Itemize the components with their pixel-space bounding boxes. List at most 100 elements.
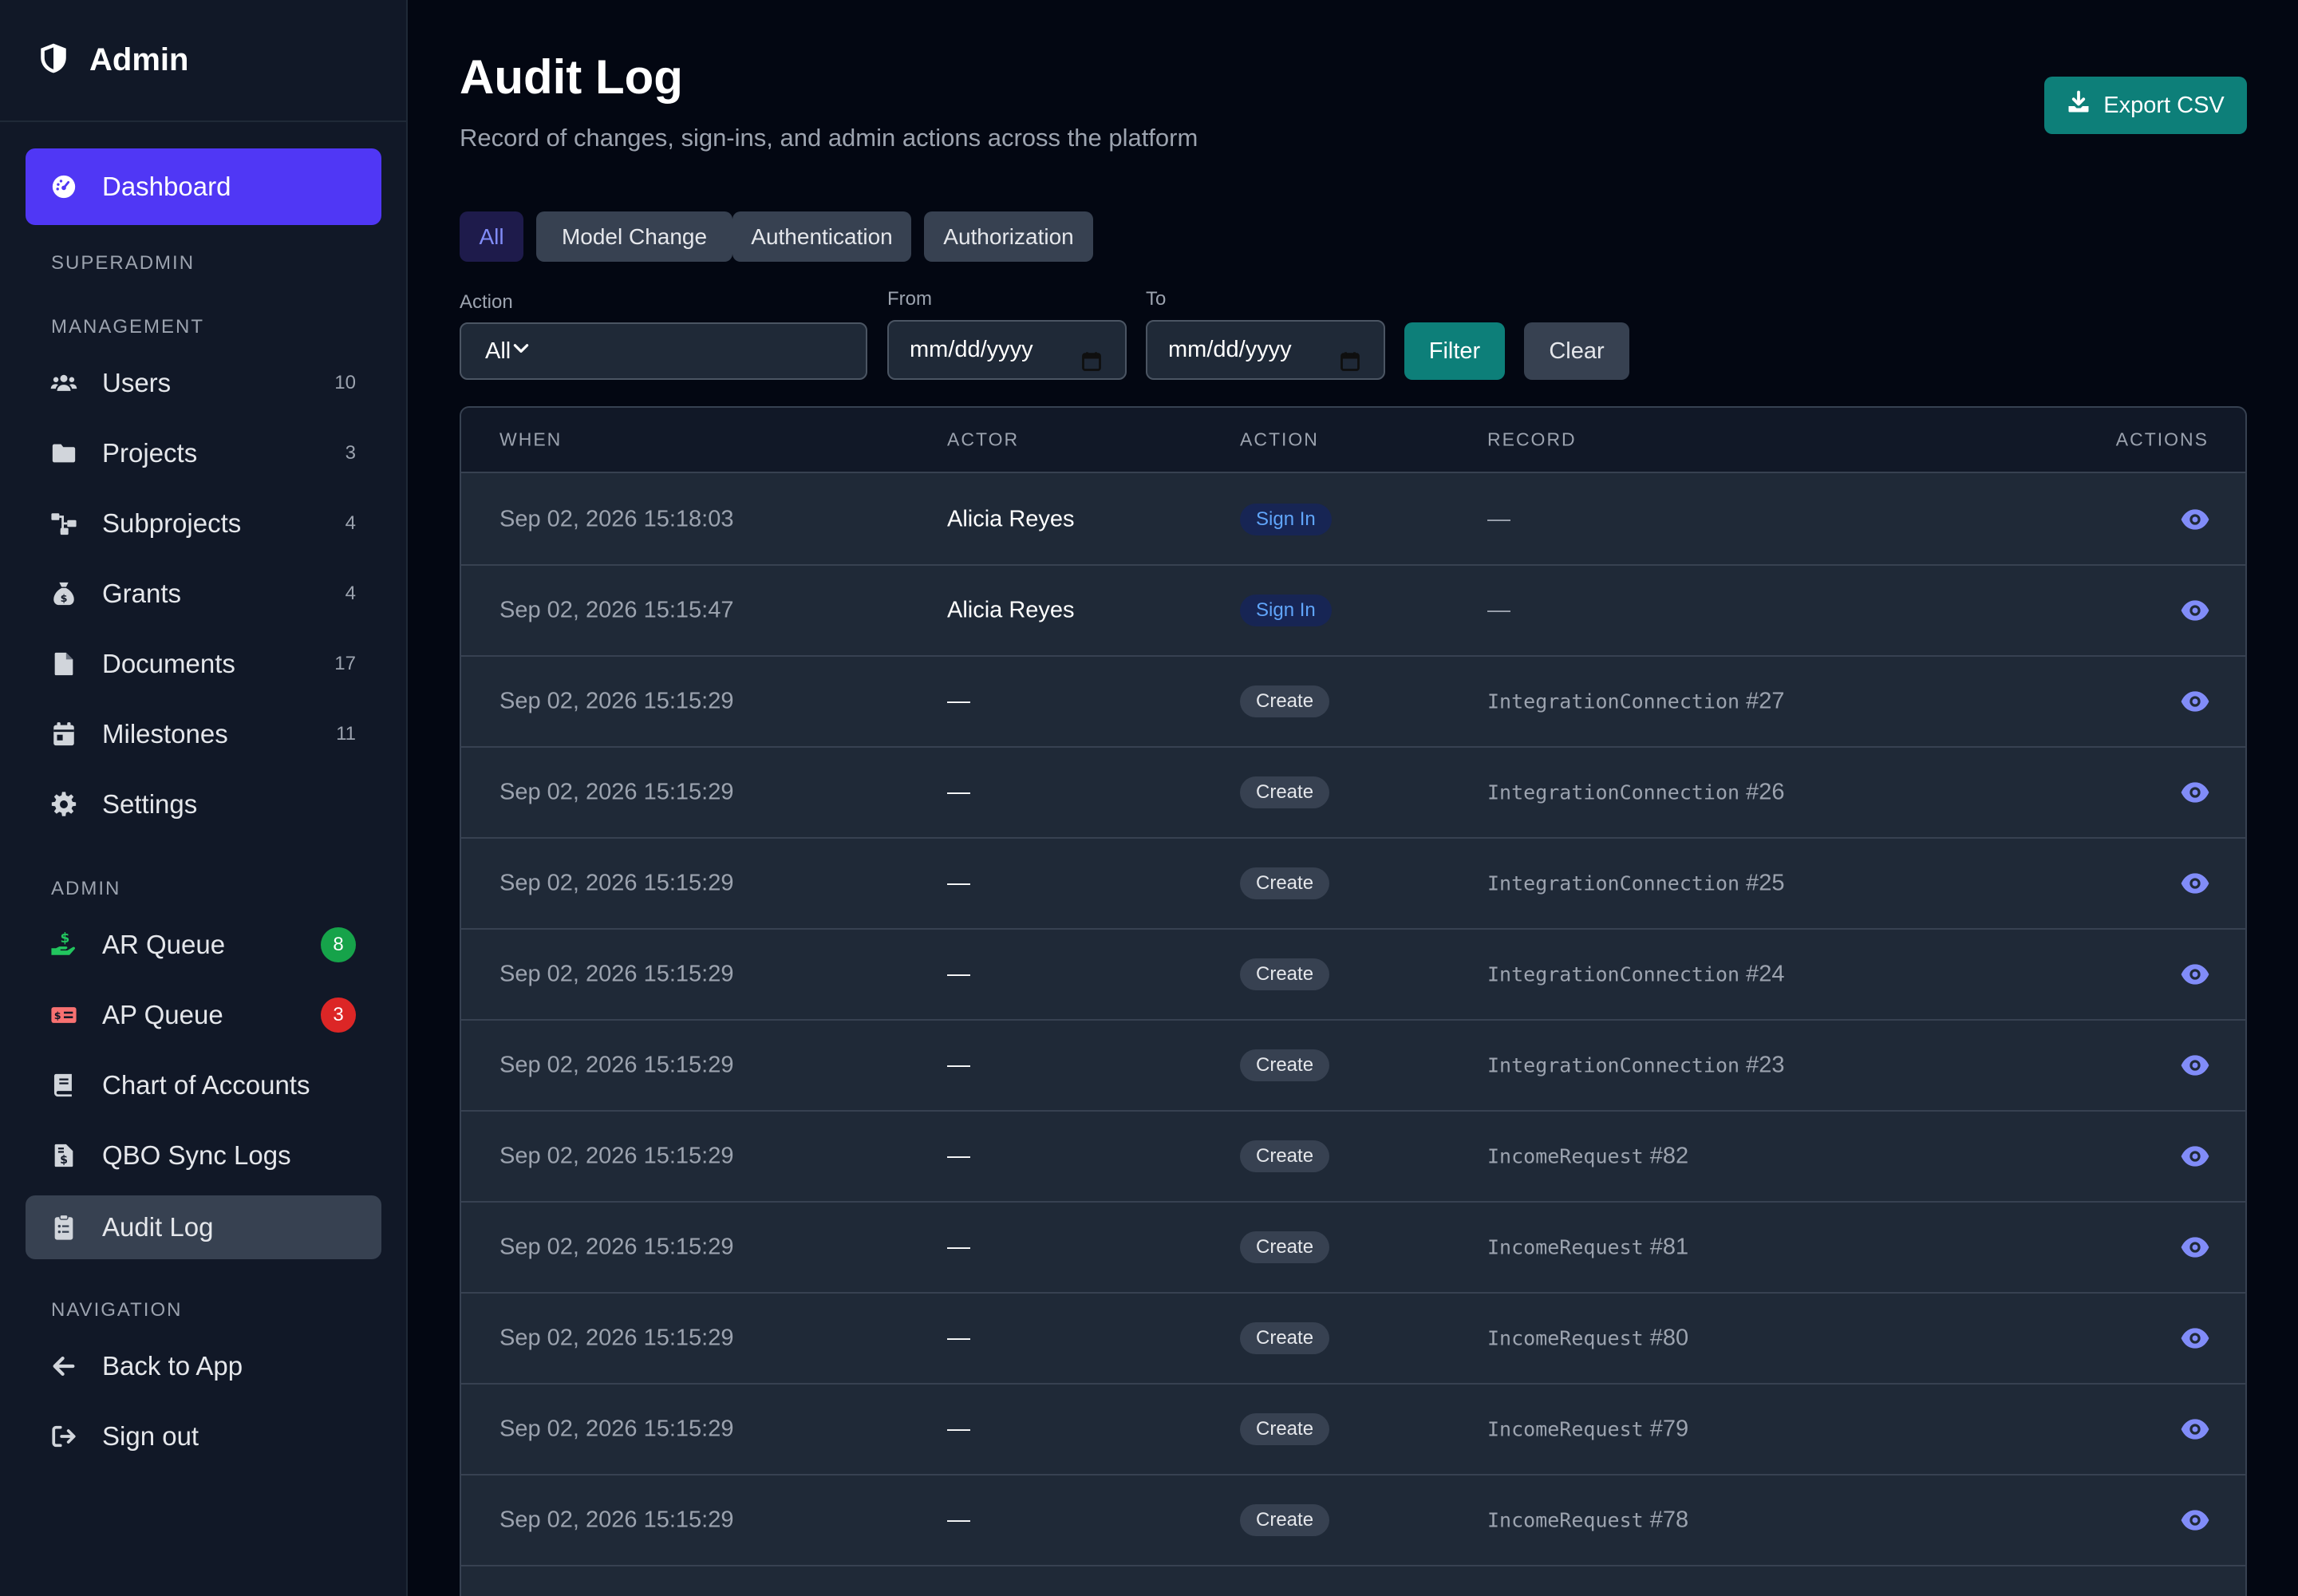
sidebar-item-settings[interactable]: Settings: [26, 772, 381, 836]
view-eye-icon[interactable]: [2180, 1050, 2210, 1080]
download-icon: [2067, 90, 2103, 120]
svg-text:$: $: [60, 931, 69, 946]
when-cell: Sep 02, 2026 15:15:29: [499, 1325, 734, 1351]
view-eye-icon[interactable]: [2180, 686, 2210, 717]
sidebar-item-ap-queue[interactable]: $ AP Queue 3: [26, 983, 381, 1047]
actor-cell: —: [947, 688, 970, 714]
view-eye-icon[interactable]: [2180, 868, 2210, 899]
sidebar-item-label: QBO Sync Logs: [102, 1140, 291, 1170]
tab-model-change[interactable]: Model Change: [536, 211, 732, 262]
sidebar-item-milestones[interactable]: Milestones 11: [26, 702, 381, 766]
clipboard-list-icon: [49, 1213, 78, 1242]
sidebar-item-documents[interactable]: Documents 17: [26, 632, 381, 696]
sidebar-item-audit-log[interactable]: Audit Log: [26, 1195, 381, 1259]
table-row: Sep 02, 2026 15:15:29 — Create IncomeReques…: [461, 1203, 2245, 1294]
record-id: #24: [1739, 961, 1785, 987]
view-eye-icon[interactable]: [2180, 595, 2210, 626]
record-cell: IncomeRequest #79: [1487, 1416, 1688, 1443]
actor-cell: —: [947, 1325, 970, 1351]
count: 4: [345, 512, 356, 534]
record-id: #26: [1739, 779, 1785, 805]
sidebar-item-qbo-sync-logs[interactable]: $ QBO Sync Logs: [26, 1124, 381, 1187]
to-date-input[interactable]: mm/dd/yyyy: [1146, 320, 1385, 380]
sidebar-item-projects[interactable]: Projects 3: [26, 421, 381, 485]
action-select[interactable]: All: [460, 322, 867, 380]
gear-icon: [49, 790, 78, 819]
ar-queue-badge: 8: [321, 927, 356, 962]
record-type: IncomeRequest: [1487, 1144, 1644, 1168]
audit-log-table: WHEN ACTOR ACTION RECORD ACTIONS Sep 02,…: [460, 406, 2247, 1596]
section-label-management: MANAGEMENT: [51, 316, 205, 338]
export-csv-button[interactable]: Export CSV: [2044, 77, 2247, 134]
record-type: IntegrationConnection: [1487, 780, 1740, 804]
sidebar-item-ar-queue[interactable]: $ AR Queue 8: [26, 913, 381, 977]
sidebar-item-label: AP Queue: [102, 1000, 223, 1029]
svg-text:$: $: [61, 593, 68, 605]
hand-dollar-icon: $: [49, 930, 78, 959]
column-header-when: WHEN: [499, 429, 563, 450]
view-eye-icon[interactable]: [2180, 1505, 2210, 1535]
actor-cell: —: [947, 1052, 970, 1078]
sidebar-item-users[interactable]: Users 10: [26, 351, 381, 415]
sidebar-item-label: Sign out: [102, 1421, 199, 1451]
when-cell: Sep 02, 2026 15:15:29: [499, 1507, 734, 1533]
tab-authorization[interactable]: Authorization: [924, 211, 1093, 262]
table-row: Sep 02, 2026 15:15:29 — Create IntegrationC…: [461, 930, 2245, 1021]
when-cell: Sep 02, 2026 15:15:29: [499, 961, 734, 987]
view-eye-icon[interactable]: [2180, 1323, 2210, 1353]
record-type: IntegrationConnection: [1487, 962, 1740, 986]
sidebar-item-sign-out[interactable]: Sign out: [26, 1404, 381, 1468]
record-cell: IncomeRequest #82: [1487, 1144, 1688, 1170]
action-badge: Create: [1240, 1140, 1330, 1172]
record-id: #81: [1643, 1234, 1689, 1260]
sidebar-item-grants[interactable]: $ Grants 4: [26, 562, 381, 626]
record-type: IncomeRequest: [1487, 1417, 1644, 1441]
view-eye-icon[interactable]: [2180, 777, 2210, 808]
sidebar-item-label: Back to App: [102, 1351, 243, 1381]
view-eye-icon[interactable]: [2180, 504, 2210, 535]
actor-cell: —: [947, 1143, 970, 1169]
action-badge: Create: [1240, 1322, 1330, 1354]
actor-cell: Alicia Reyes: [947, 597, 1075, 623]
view-eye-icon[interactable]: [2180, 1141, 2210, 1171]
record-type: IntegrationConnection: [1487, 871, 1740, 895]
folder-icon: [49, 439, 78, 468]
invoice-dollar-icon: $: [49, 1141, 78, 1170]
to-date-label: To: [1146, 288, 1167, 310]
action-badge: Sign In: [1240, 595, 1332, 626]
action-badge: Create: [1240, 1231, 1330, 1263]
sidebar-item-label: AR Queue: [102, 930, 226, 959]
table-row: Sep 02, 2026 15:15:29 — Create IncomeReques…: [461, 1385, 2245, 1476]
actor-cell: —: [947, 870, 970, 896]
view-eye-icon[interactable]: [2180, 959, 2210, 990]
actor-cell: —: [947, 1234, 970, 1260]
from-date-input[interactable]: mm/dd/yyyy: [887, 320, 1127, 380]
section-label-superadmin: SUPERADMIN: [51, 252, 195, 274]
table-row: Sep 02, 2026 15:15:29 — Create IntegrationC…: [461, 839, 2245, 930]
filter-button[interactable]: Filter: [1404, 322, 1505, 380]
record-id: #80: [1643, 1325, 1689, 1351]
view-eye-icon[interactable]: [2180, 1414, 2210, 1444]
count: 3: [345, 442, 356, 464]
record-type: IntegrationConnection: [1487, 689, 1740, 713]
sidebar-item-chart-of-accounts[interactable]: Chart of Accounts: [26, 1053, 381, 1117]
clear-button[interactable]: Clear: [1524, 322, 1629, 380]
sidebar-item-dashboard[interactable]: Dashboard: [26, 148, 381, 225]
record-cell: IntegrationConnection #27: [1487, 689, 1785, 715]
table-row: Sep 02, 2026 15:15:29 — Create IntegrationC…: [461, 657, 2245, 748]
action-badge: Create: [1240, 958, 1330, 990]
sign-out-icon: [49, 1422, 78, 1451]
tab-authentication[interactable]: Authentication: [732, 211, 911, 262]
file-icon: [49, 650, 78, 678]
sidebar-item-subprojects[interactable]: Subprojects 4: [26, 492, 381, 555]
view-eye-icon[interactable]: [2180, 1232, 2210, 1262]
sidebar-item-back-to-app[interactable]: Back to App: [26, 1334, 381, 1398]
record-id: #27: [1739, 688, 1785, 714]
column-header-action: ACTION: [1240, 429, 1319, 450]
table-row: Sep 02, 2026 15:15:47 Alicia Reyes Sign In…: [461, 566, 2245, 657]
actor-cell: —: [947, 1507, 970, 1533]
sidebar-item-label: Settings: [102, 789, 198, 819]
sidebar-item-label: Projects: [102, 438, 198, 468]
action-badge: Sign In: [1240, 504, 1332, 535]
tab-all[interactable]: All: [460, 211, 523, 262]
